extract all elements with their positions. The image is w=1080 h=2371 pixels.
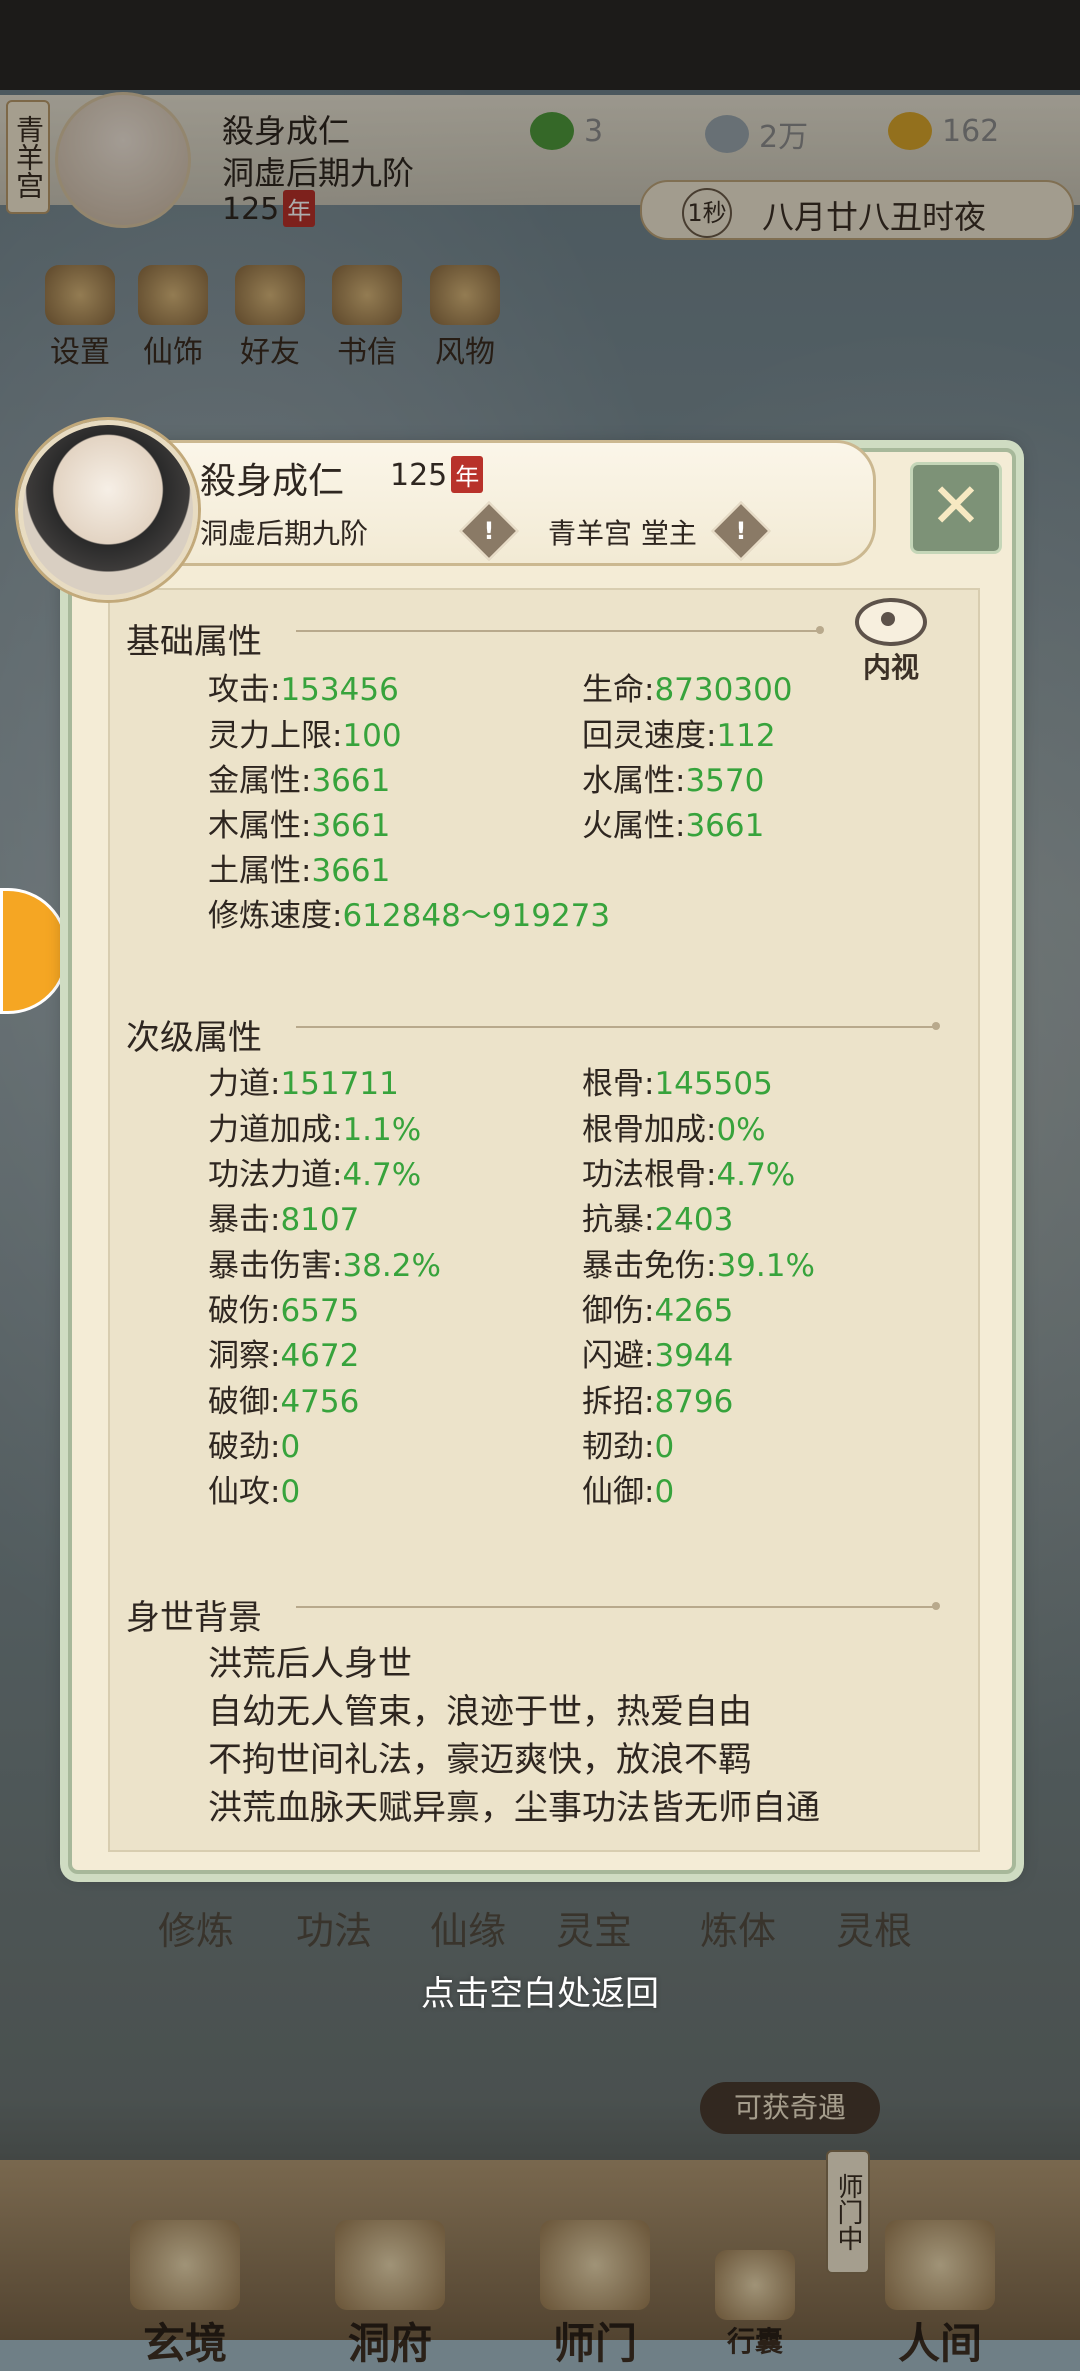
stat-crit: 暴击:8107: [208, 1202, 360, 1238]
section-divider: [296, 1602, 940, 1610]
stat-skill-strength: 功法力道:4.7%: [208, 1157, 422, 1193]
section-divider: [296, 1022, 940, 1030]
profile-sect-role: 青羊宫 堂主: [548, 517, 697, 550]
stat-fire: 火属性:3661: [582, 808, 765, 844]
stat-crit-damage-reduction: 暴击免伤:39.1%: [582, 1248, 815, 1284]
profile-name: 殺身成仁: [200, 461, 345, 502]
close-button[interactable]: ✕: [910, 462, 1002, 554]
stat-crit-resist: 抗暴:2403: [582, 1202, 734, 1238]
stat-damage-guard: 御伤:4265: [582, 1293, 734, 1329]
stat-mana-regen: 回灵速度:112: [582, 718, 776, 754]
stat-attack: 攻击:153456: [208, 672, 399, 708]
profile-rank: 洞虚后期九阶: [200, 517, 369, 550]
background-line: 洪荒血脉天赋异禀，尘事功法皆无师自通: [208, 1788, 820, 1828]
stat-skill-constitution: 功法根骨:4.7%: [582, 1157, 796, 1193]
profile-age: 125 年: [390, 456, 484, 493]
background-line: 自幼无人管束，浪迹于世，热爱自由: [208, 1692, 752, 1732]
section-divider: [296, 626, 824, 634]
stat-strength-bonus: 力道加成:1.1%: [208, 1112, 422, 1148]
stat-cultivation-speed: 修炼速度:612848～919273: [208, 898, 611, 934]
profile-portrait: [18, 420, 198, 600]
stat-constitution-bonus: 根骨加成:0%: [582, 1112, 766, 1148]
stat-water: 水属性:3570: [582, 763, 765, 799]
stat-break-toughness: 破劲:0: [208, 1429, 301, 1465]
background-title: 身世背景: [126, 1598, 262, 1638]
stat-constitution: 根骨:145505: [582, 1066, 773, 1102]
stat-earth: 土属性:3661: [208, 853, 391, 889]
inner-view-button[interactable]: 内视: [844, 598, 938, 686]
stat-dodge: 闪避:3944: [582, 1338, 734, 1374]
stat-wood: 木属性:3661: [208, 808, 391, 844]
background-line: 洪荒后人身世: [208, 1644, 412, 1684]
tap-blank-to-return[interactable]: 点击空白处返回: [0, 1966, 1080, 2015]
basic-attributes-title: 基础属性: [126, 622, 262, 662]
stat-toughness: 韧劲:0: [582, 1429, 675, 1465]
secondary-attributes-title: 次级属性: [126, 1018, 262, 1058]
stat-parry: 拆招:8796: [582, 1384, 734, 1420]
stat-crit-damage: 暴击伤害:38.2%: [208, 1248, 441, 1284]
stat-penetration: 破伤:6575: [208, 1293, 360, 1329]
stat-immortal-attack: 仙攻:0: [208, 1474, 301, 1510]
stat-metal: 金属性:3661: [208, 763, 391, 799]
stat-strength: 力道:151711: [208, 1066, 399, 1102]
eye-icon: [855, 598, 927, 646]
background-line: 不拘世间礼法，豪迈爽快，放浪不羁: [208, 1740, 752, 1780]
stat-immortal-defense: 仙御:0: [582, 1474, 675, 1510]
stat-mana-max: 灵力上限:100: [208, 718, 402, 754]
stat-hp: 生命:8730300: [582, 672, 793, 708]
stat-break-defense: 破御:4756: [208, 1384, 360, 1420]
stat-insight: 洞察:4672: [208, 1338, 360, 1374]
